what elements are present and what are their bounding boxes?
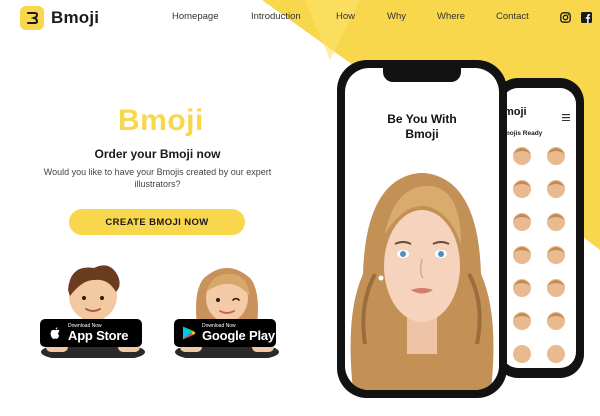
- hero-title: Order your Bmoji now: [94, 147, 221, 161]
- phone-back-logo: moji: [504, 106, 527, 118]
- phone-back-subtitle: mojis Ready: [504, 130, 543, 137]
- nav-item-why[interactable]: Why: [387, 11, 406, 22]
- logo-text: Bmoji: [51, 8, 100, 27]
- phone-back-screen: moji mojis Ready: [502, 88, 576, 368]
- phone-front-title-line1: Be You With: [387, 112, 457, 126]
- logo[interactable]: Bmoji: [20, 6, 99, 30]
- nav-item-contact[interactable]: Contact: [496, 11, 529, 22]
- nav-item-where[interactable]: Where: [437, 11, 465, 22]
- woman-bmoji-illustration: [350, 173, 494, 390]
- hero-logo: Bmoji: [118, 104, 204, 137]
- menu-icon[interactable]: [562, 108, 570, 126]
- nav-item-how[interactable]: How: [336, 11, 355, 22]
- logo-badge-icon: [20, 6, 44, 30]
- google-play-button[interactable]: Download Now Google Play: [174, 319, 276, 347]
- nav-item-homepage[interactable]: Homepage: [172, 11, 218, 22]
- nav-item-introduction[interactable]: Introduction: [251, 11, 301, 22]
- apple-icon: [50, 327, 60, 339]
- bmoji-grid: [513, 147, 565, 363]
- site-header: Bmoji Homepage Introduction How Why Wher…: [0, 0, 600, 36]
- facebook-icon[interactable]: [581, 10, 592, 28]
- phone-front-screen: Be You With Bmoji: [345, 68, 499, 390]
- phone-front-title-line2: Bmoji: [405, 127, 439, 141]
- app-store-label: App Store: [68, 328, 129, 343]
- instagram-icon[interactable]: [560, 10, 571, 28]
- app-store-button[interactable]: Download Now App Store: [40, 319, 142, 347]
- google-play-label: Google Play: [202, 328, 275, 343]
- google-play-icon: [183, 326, 196, 340]
- phone-notch: [383, 68, 461, 82]
- phone-back: moji mojis Ready: [494, 78, 584, 378]
- phone-front: Be You With Bmoji: [337, 60, 507, 398]
- hero-description: Would you like to have your Bmojis creat…: [43, 167, 272, 189]
- create-bmoji-button[interactable]: CREATE BMOJI NOW: [69, 209, 245, 235]
